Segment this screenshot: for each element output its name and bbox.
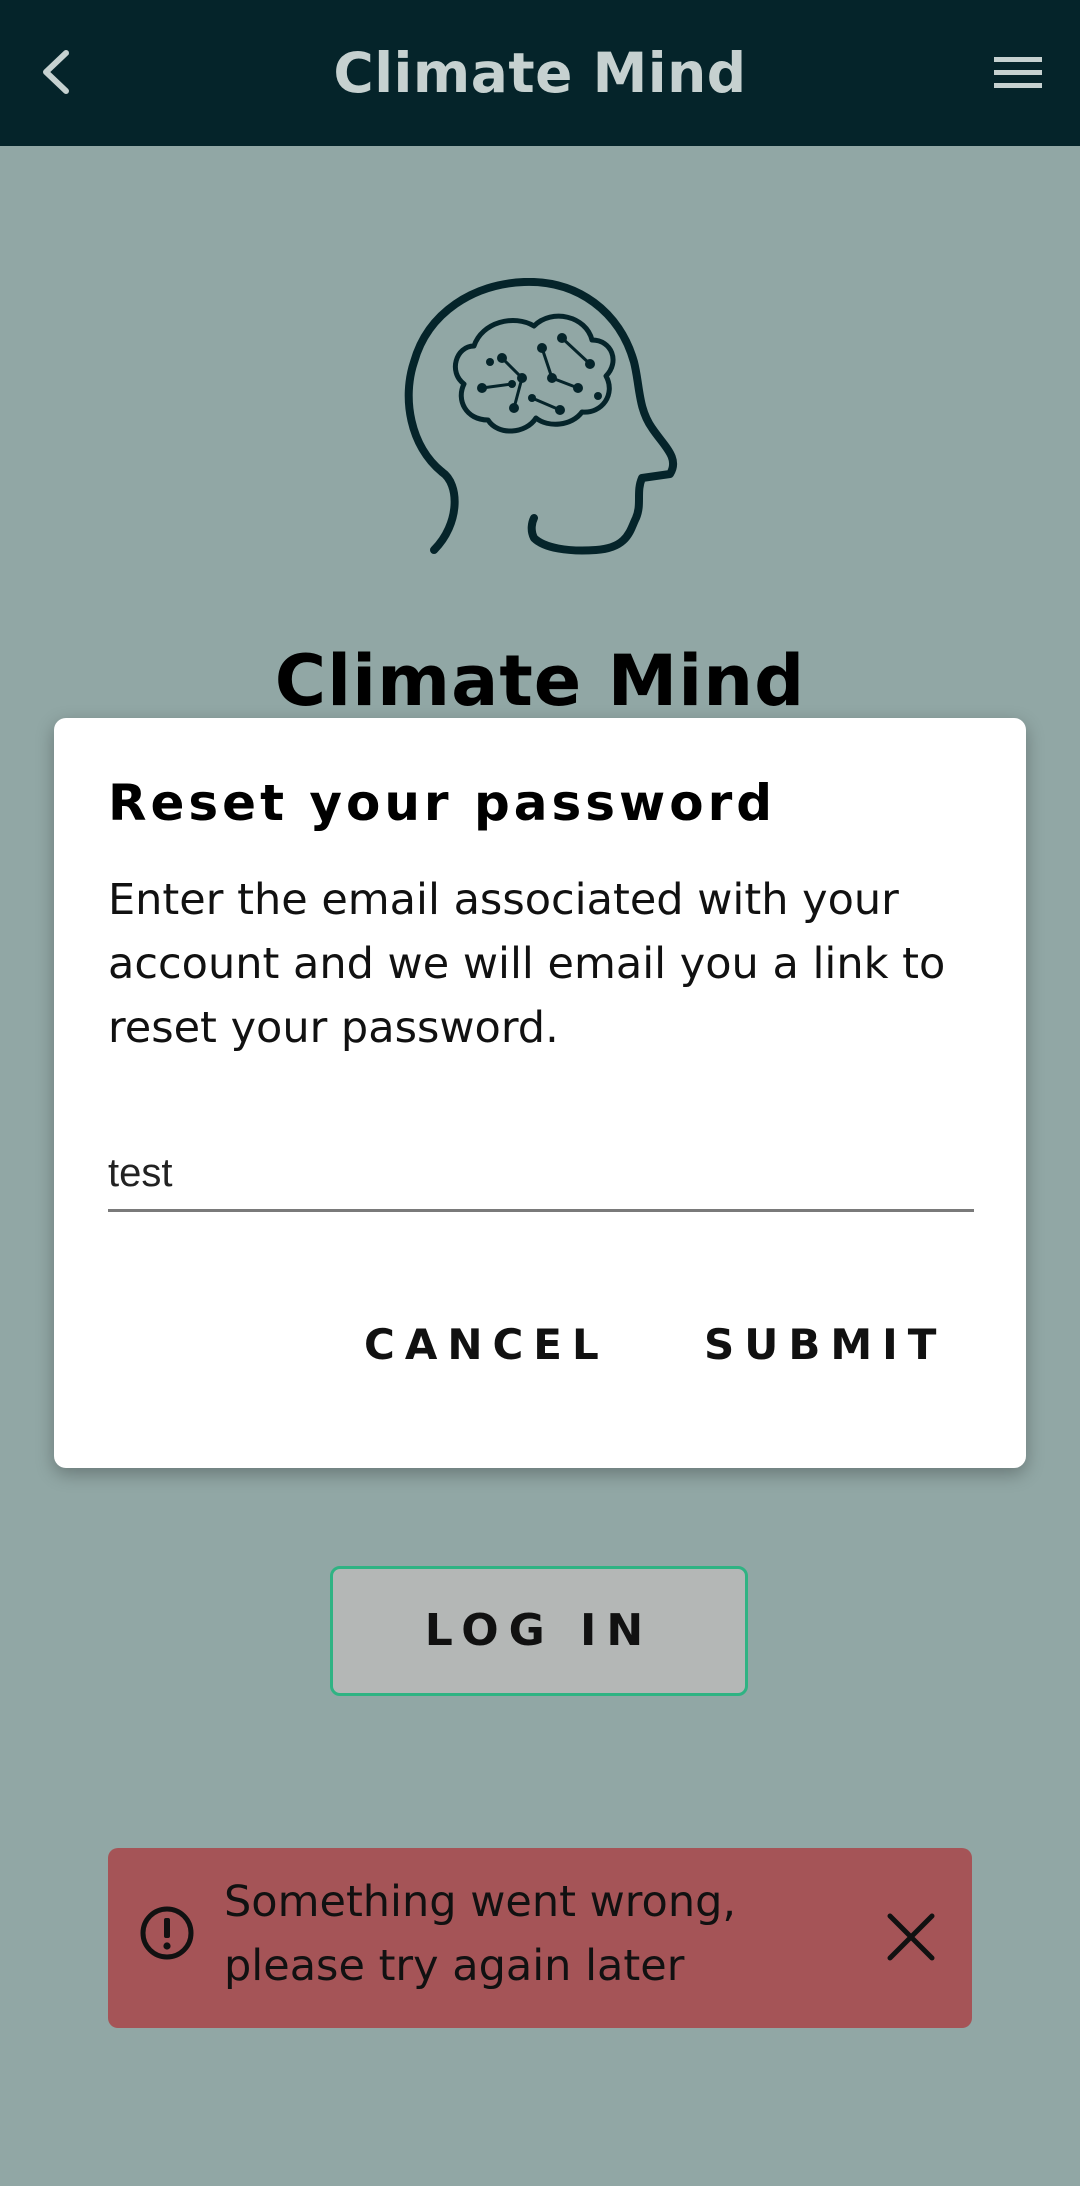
brand-title: Climate Mind	[274, 640, 806, 722]
email-field	[108, 1146, 974, 1212]
alert-circle-icon	[140, 1906, 194, 1960]
logo	[402, 277, 684, 564]
app-bar: Climate Mind	[0, 0, 1080, 146]
app-bar-title: Climate Mind	[333, 41, 747, 105]
error-message-line-2: please try again later	[224, 1941, 685, 1991]
cancel-button[interactable]: CANCEL	[364, 1300, 609, 1390]
close-icon[interactable]	[880, 1906, 942, 1968]
submit-button[interactable]: SUBMIT	[704, 1300, 946, 1390]
menu-button[interactable]	[982, 40, 1054, 106]
error-message-line-1: Something went wrong,	[224, 1877, 737, 1927]
dialog-description: Enter the email associated with your acc…	[108, 875, 946, 1053]
email-input[interactable]	[108, 1146, 974, 1212]
reset-password-dialog: Reset your password Enter the email asso…	[54, 718, 1026, 1468]
brain-head-icon	[404, 277, 678, 555]
error-message: Something went wrong, please try again l…	[224, 1870, 824, 1998]
error-toast: Something went wrong, please try again l…	[108, 1848, 972, 2028]
dialog-title: Reset your password	[108, 774, 777, 832]
log-in-button[interactable]: LOG IN	[330, 1566, 748, 1696]
hamburger-menu-icon	[994, 57, 1042, 88]
